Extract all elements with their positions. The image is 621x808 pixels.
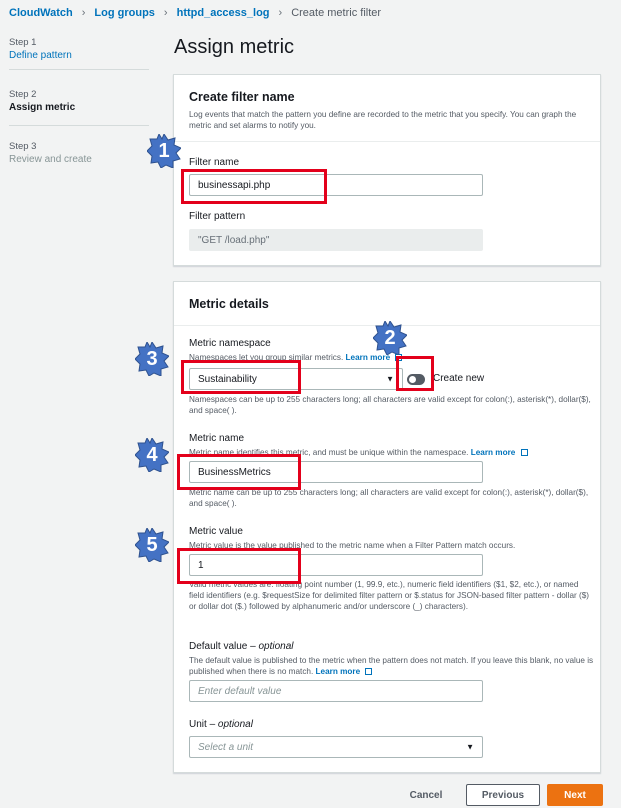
step-1[interactable]: Step 1 Define pattern bbox=[9, 36, 72, 62]
caret-down-icon: ▼ bbox=[386, 374, 394, 384]
unit-placeholder: Select a unit bbox=[198, 741, 254, 753]
breadcrumb: CloudWatch › Log groups › httpd_access_l… bbox=[0, 0, 621, 26]
metric-namespace-label: Metric namespace bbox=[189, 338, 271, 349]
external-link-icon bbox=[520, 449, 528, 456]
divider bbox=[9, 69, 149, 70]
default-value-description: The default value is published to the me… bbox=[189, 655, 594, 677]
highlight-metric-value bbox=[177, 548, 301, 584]
divider bbox=[9, 125, 149, 126]
default-value-label-text: Default value bbox=[189, 641, 248, 652]
chevron-right-icon: › bbox=[278, 7, 283, 19]
step-1-number: Step 1 bbox=[9, 37, 37, 48]
unit-select[interactable]: Select a unit ▼ bbox=[189, 736, 483, 758]
namespace-hint: Namespaces can be up to 255 characters l… bbox=[189, 395, 591, 415]
annotation-badge-4: 4 bbox=[135, 438, 169, 472]
filter-name-label: Filter name bbox=[189, 157, 240, 168]
default-value-input[interactable]: Enter default value bbox=[189, 680, 483, 702]
default-value-placeholder: Enter default value bbox=[198, 685, 282, 697]
filter-pattern-label: Filter pattern bbox=[189, 211, 246, 222]
breadcrumb-log-group[interactable]: httpd_access_log bbox=[177, 7, 270, 19]
cancel-button[interactable]: Cancel bbox=[398, 784, 454, 806]
filter-pattern-input: "GET /load.php" bbox=[189, 229, 483, 251]
annotation-badge-2: 2 bbox=[373, 321, 407, 355]
unit-label: Unit – optional bbox=[189, 719, 253, 730]
metric-panel-heading: Metric details bbox=[189, 297, 269, 311]
chevron-right-icon: › bbox=[163, 7, 168, 19]
metric-name-label: Metric name bbox=[189, 433, 245, 444]
unit-optional: optional bbox=[217, 719, 253, 730]
panel-divider bbox=[174, 141, 600, 142]
next-button[interactable]: Next bbox=[547, 784, 603, 806]
create-new-label: Create new bbox=[433, 373, 485, 384]
breadcrumb-current: Create metric filter bbox=[291, 7, 382, 19]
previous-button[interactable]: Previous bbox=[466, 784, 540, 806]
annotation-badge-3: 3 bbox=[135, 342, 169, 376]
wizard-steps: Step 1 Define pattern Step 2 Assign metr… bbox=[0, 26, 150, 808]
step-2-number: Step 2 bbox=[9, 89, 37, 100]
external-link-icon bbox=[365, 668, 373, 675]
badge-number: 2 bbox=[384, 327, 396, 349]
step-3-label: Review and create bbox=[9, 154, 92, 165]
step-2-label: Assign metric bbox=[9, 102, 76, 113]
highlight-create-new-toggle bbox=[396, 356, 434, 391]
default-value-optional: optional bbox=[258, 641, 294, 652]
badge-number: 3 bbox=[146, 348, 158, 370]
name-learn-more-link[interactable]: Learn more bbox=[471, 448, 516, 457]
filter-pattern-value: "GET /load.php" bbox=[198, 234, 270, 246]
step-3-number: Step 3 bbox=[9, 141, 37, 152]
default-learn-more-link[interactable]: Learn more bbox=[316, 667, 361, 676]
page-title: Assign metric bbox=[174, 36, 295, 58]
unit-label-text: Unit bbox=[189, 719, 207, 730]
badge-number: 1 bbox=[158, 140, 170, 162]
default-desc-text: The default value is published to the me… bbox=[189, 656, 594, 676]
caret-down-icon: ▼ bbox=[466, 742, 474, 752]
default-value-label: Default value – optional bbox=[189, 641, 294, 652]
breadcrumb-log-groups[interactable]: Log groups bbox=[94, 7, 155, 19]
annotation-badge-5: 5 bbox=[135, 528, 169, 562]
breadcrumb-cloudwatch[interactable]: CloudWatch bbox=[9, 7, 73, 19]
annotation-badge-1: 1 bbox=[147, 134, 181, 168]
step-2: Step 2 Assign metric bbox=[9, 88, 75, 114]
chevron-right-icon: › bbox=[81, 7, 86, 19]
filter-panel-heading: Create filter name bbox=[189, 90, 295, 104]
badge-number: 4 bbox=[146, 444, 158, 466]
highlight-namespace bbox=[181, 360, 301, 394]
highlight-filter-name bbox=[181, 169, 327, 204]
metric-name-hint: Metric name can be up to 255 characters … bbox=[189, 488, 589, 508]
badge-number: 5 bbox=[146, 534, 158, 556]
step-1-label[interactable]: Define pattern bbox=[9, 49, 72, 62]
highlight-metric-name bbox=[177, 454, 301, 490]
step-3: Step 3 Review and create bbox=[9, 140, 92, 166]
metric-value-label: Metric value bbox=[189, 526, 243, 537]
filter-panel-description: Log events that match the pattern you de… bbox=[189, 110, 577, 130]
